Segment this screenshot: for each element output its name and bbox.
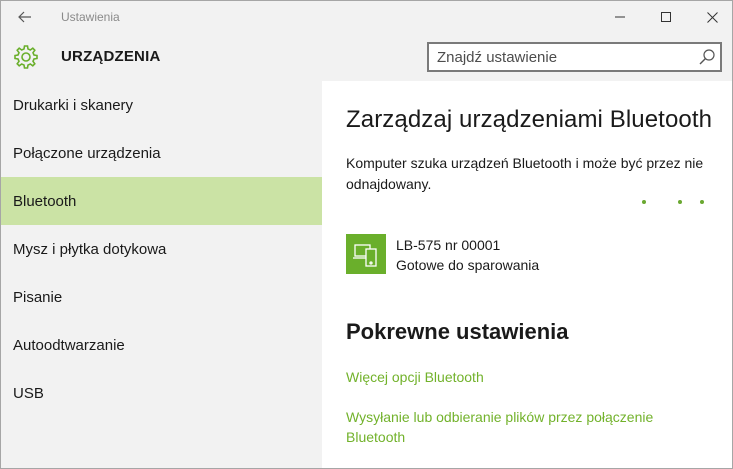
search-input[interactable]: [437, 48, 687, 66]
sidebar-item-connected-devices[interactable]: Połączone urządzenia: [1, 129, 322, 177]
maximize-button[interactable]: [643, 1, 689, 33]
sidebar-item-label: Autoodtwarzanie: [13, 336, 125, 354]
sidebar-item-label: Połączone urządzenia: [13, 144, 161, 162]
device-list-item[interactable]: LB-575 nr 00001 Gotowe do sparowania: [346, 234, 716, 276]
related-settings-heading: Pokrewne ustawienia: [346, 319, 569, 344]
section-heading: Zarządzaj urządzeniami Bluetooth: [346, 106, 713, 133]
sidebar-item-label: Pisanie: [13, 288, 63, 306]
more-bluetooth-options-link[interactable]: Więcej opcji Bluetooth: [346, 367, 716, 387]
sidebar-nav: Drukarki i skanery Połączone urządzenia …: [1, 81, 322, 468]
main-content: Zarządzaj urządzeniami Bluetooth Kompute…: [322, 81, 732, 468]
search-icon[interactable]: [698, 48, 716, 66]
maximize-icon: [661, 12, 671, 22]
search-box[interactable]: [427, 42, 722, 72]
arrow-left-icon: [18, 11, 31, 23]
settings-window: Ustawienia URZĄDZENIA Znajdź ustawienie …: [0, 0, 733, 469]
searching-progress-indicator: [642, 200, 712, 206]
sidebar-item-typing[interactable]: Pisanie: [1, 273, 322, 321]
progress-dot: [700, 200, 704, 204]
send-receive-files-bluetooth-link[interactable]: Wysyłanie lub odbieranie plików przez po…: [346, 407, 716, 447]
progress-dot: [642, 200, 646, 204]
progress-dot: [678, 200, 682, 204]
device-tile: [346, 234, 386, 274]
app-title: Ustawienia: [61, 10, 120, 24]
sidebar-item-printers-scanners[interactable]: Drukarki i skanery: [1, 81, 322, 129]
back-button[interactable]: [9, 5, 41, 29]
minimize-button[interactable]: [597, 1, 643, 33]
page-header: URZĄDZENIA: [1, 33, 732, 81]
sidebar-item-label: Bluetooth: [13, 192, 77, 210]
device-status: Gotowe do sparowania: [396, 257, 540, 273]
gear-icon: [14, 45, 38, 69]
sidebar-item-label: Mysz i płytka dotykowa: [13, 240, 167, 258]
close-icon: [706, 11, 718, 23]
close-button[interactable]: [689, 1, 732, 33]
title-bar: Ustawienia: [1, 1, 732, 33]
sidebar-item-bluetooth[interactable]: Bluetooth: [1, 177, 322, 225]
sidebar-item-label: USB: [13, 384, 44, 402]
sidebar-item-label: Drukarki i skanery: [13, 96, 134, 114]
sidebar-item-mouse-touchpad[interactable]: Mysz i płytka dotykowa: [1, 225, 322, 273]
phone-laptop-icon: [353, 244, 377, 267]
searching-status-text: Komputer szuka urządzeń Bluetooth i może…: [346, 155, 704, 192]
page-title: URZĄDZENIA: [61, 48, 161, 65]
minimize-icon: [615, 16, 625, 18]
sidebar-item-usb[interactable]: USB: [1, 369, 322, 417]
sidebar-item-autoplay[interactable]: Autoodtwarzanie: [1, 321, 322, 369]
device-name: LB-575 nr 00001: [396, 237, 501, 253]
